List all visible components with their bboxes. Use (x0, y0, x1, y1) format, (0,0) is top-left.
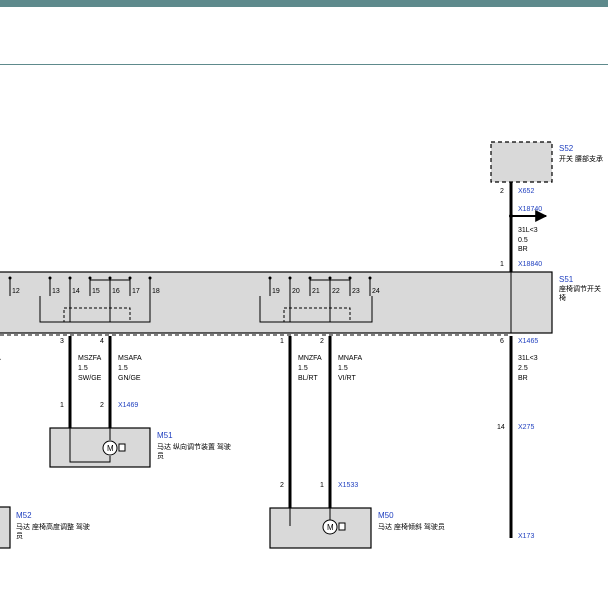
m52-description-1: 马达 座椅高度调整 驾驶 (16, 522, 90, 531)
s51-top-connector: X18840 (518, 261, 542, 268)
s51-pin-label-22: 22 (332, 288, 340, 295)
wire-ground-connector: X1465 (518, 338, 538, 345)
s51-pin-dot-22 (328, 276, 332, 280)
svg-text:M: M (107, 444, 114, 453)
s52-pin: 2 (500, 188, 504, 195)
s51-pin-label-21: 21 (312, 288, 320, 295)
m50-motor-box (269, 507, 372, 549)
m50-pin-b: 1 (320, 482, 324, 489)
m51-description-2: 员 (157, 452, 164, 460)
s51-pin-label-23: 23 (352, 288, 360, 295)
s52-wire-size: 0.5 (518, 237, 528, 244)
svg-text:M: M (327, 523, 334, 532)
wire-mna-color: VI/RT (338, 375, 356, 382)
s51-pin-dot-13 (48, 276, 52, 280)
wire-ground-code: 31L<3 (518, 355, 538, 362)
s51-pin-label-19: 19 (272, 288, 280, 295)
ground-connector: X275 (518, 424, 534, 431)
m50-pin-a: 2 (280, 482, 284, 489)
m51-motor-box (49, 427, 151, 468)
wire-ground-color: BR (518, 375, 528, 382)
m51-pin-b: 2 (100, 402, 104, 409)
s51-pin-dot-23 (348, 276, 352, 280)
wire-mnz-color: BL/RT (298, 375, 318, 382)
wire-msa-name: MSAFA (118, 355, 142, 362)
wire-mnz-name: MNZFA (298, 355, 322, 362)
s51-description-2: 椅 (559, 293, 566, 302)
wire-ground-pin: 6 (500, 338, 504, 345)
s52-wire-color: BR (518, 246, 528, 253)
m51-connector: X1469 (118, 402, 138, 409)
s51-pin-label-18: 18 (152, 288, 160, 295)
s52-connector: X652 (518, 188, 534, 195)
wire-msa-pin: 4 (100, 338, 104, 345)
s52-id: S52 (559, 144, 574, 153)
s51-pin-dot-21 (308, 276, 312, 280)
wire-mnz-pin: 1 (280, 338, 284, 345)
s52-wire-code: 31L<3 (518, 227, 538, 234)
m52-description-2: 员 (16, 532, 23, 540)
wire-msz-name: MSZFA (78, 355, 102, 362)
wire-msa-color: GN/GE (118, 375, 141, 382)
s51-pin-dot-19 (268, 276, 272, 280)
s51-pin-label-12: 12 (12, 288, 20, 295)
s51-pin-label-15: 15 (92, 288, 100, 295)
wiring-diagram: S52 开关 腰部支承 2 X652 X18740 31L<3 0.5 BR 1… (0, 141, 603, 549)
s52-switch-box (490, 141, 553, 183)
wire-mna-pin: 2 (320, 338, 324, 345)
m51-description-1: 马达 纵向调节装置 驾驶 (157, 442, 231, 451)
s51-pin-dot-16 (108, 276, 112, 280)
wire-msz-pin: 3 (60, 338, 64, 345)
s52-description: 开关 腰部支承 (559, 154, 603, 163)
s51-pin-label-17: 17 (132, 288, 140, 295)
s51-pin-dot-15 (88, 276, 92, 280)
s51-switch-box (0, 271, 553, 334)
wire-ground-size: 2.5 (518, 365, 528, 372)
s51-pin-dot-18 (148, 276, 152, 280)
s51-pin-dot-24 (368, 276, 372, 280)
wire-msa-size: 1.5 (118, 365, 128, 372)
wire-mna-name: MNAFA (338, 355, 362, 362)
s51-pin-dot-12 (8, 276, 12, 280)
wire-left-cut: A (0, 355, 1, 362)
s51-pin-label-13: 13 (52, 288, 60, 295)
s51-id: S51 (559, 275, 574, 284)
s51-pin-label-24: 24 (372, 288, 380, 295)
m51-pin-a: 1 (60, 402, 64, 409)
m52-id: M52 (16, 511, 32, 520)
s51-top-pin: 1 (500, 261, 504, 268)
s51-pin-dot-14 (68, 276, 72, 280)
wire-msz-size: 1.5 (78, 365, 88, 372)
wire-mnz-size: 1.5 (298, 365, 308, 372)
s51-pin-label-14: 14 (72, 288, 80, 295)
wire-msz-color: SW/GE (78, 375, 102, 382)
m51-id: M51 (157, 431, 173, 440)
s51-pin-label-20: 20 (292, 288, 300, 295)
m50-id: M50 (378, 511, 394, 520)
ground-pin: 14 (497, 424, 505, 431)
s51-pin-dot-20 (288, 276, 292, 280)
m50-description: 马达 座椅倾斜 驾驶员 (378, 522, 445, 531)
ground-end-connector: X173 (518, 533, 534, 540)
s51-pin-dot-17 (128, 276, 132, 280)
s52-splice: X18740 (518, 206, 542, 213)
s51-pin-label-16: 16 (112, 288, 120, 295)
s51-description-1: 座椅调节开关 (559, 284, 601, 293)
wire-mna-size: 1.5 (338, 365, 348, 372)
m50-connector: X1533 (338, 482, 358, 489)
m52-motor-box (0, 506, 11, 549)
